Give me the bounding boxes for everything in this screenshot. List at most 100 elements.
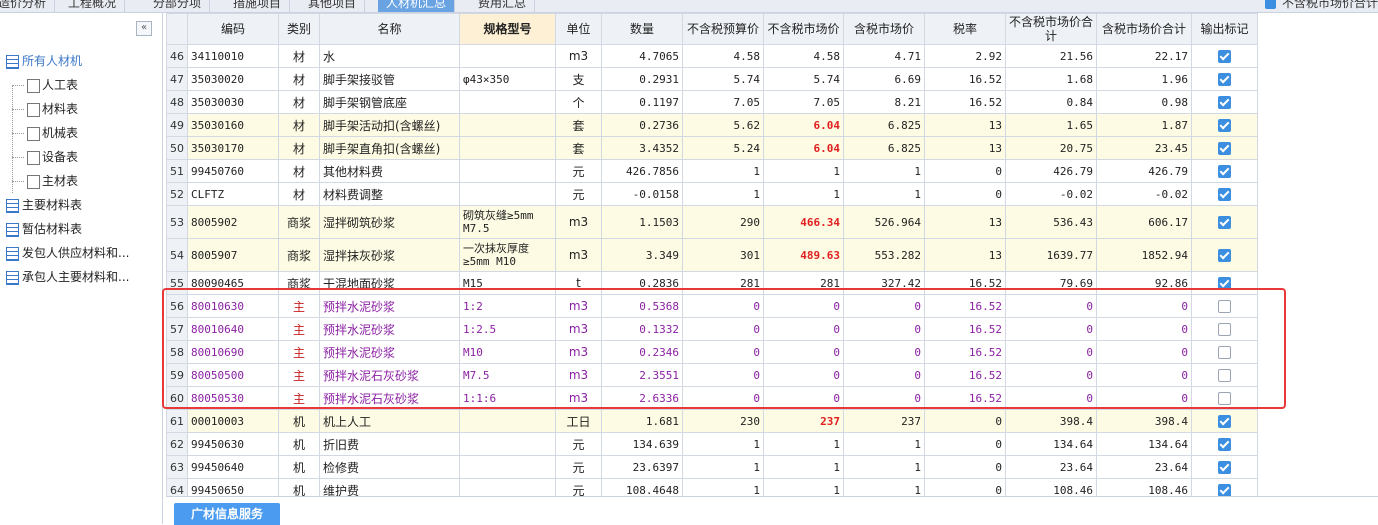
cell-name[interactable]: 预拌水泥石灰砂浆 bbox=[319, 386, 460, 410]
cell-taxsum[interactable]: 1.87 bbox=[1096, 113, 1192, 137]
cell-qty[interactable]: 23.6397 bbox=[601, 455, 683, 479]
cell-type[interactable]: 主 bbox=[278, 363, 320, 387]
cell-code[interactable]: 8005907 bbox=[187, 238, 279, 272]
column-header-11[interactable]: 不含税市场价合计 bbox=[1005, 13, 1097, 45]
cell-rate[interactable]: 13 bbox=[924, 238, 1006, 272]
cell-market[interactable]: 0 bbox=[763, 317, 844, 341]
table-row[interactable]: 62 99450630 机折旧费元 134.639 1 1 1 0 134.64 134.64 bbox=[166, 432, 1258, 456]
cell-name[interactable]: 脚手架直角扣(含螺丝) bbox=[319, 136, 460, 160]
cell-market[interactable]: 489.63 bbox=[763, 238, 844, 272]
cell-taxsum[interactable]: 0 bbox=[1096, 386, 1192, 410]
sidebar-item-9[interactable]: 承包人主要材料和... bbox=[0, 265, 162, 289]
column-header-4[interactable]: 规格型号 bbox=[459, 13, 556, 45]
cell-name[interactable]: 干混地面砂浆 bbox=[319, 271, 460, 295]
cell-market[interactable]: 6.04 bbox=[763, 136, 844, 160]
cell-taxsum[interactable]: 0 bbox=[1096, 317, 1192, 341]
cell-spec[interactable]: M7.5 bbox=[459, 363, 556, 387]
cell-qty[interactable]: 2.3551 bbox=[601, 363, 683, 387]
cell-qty[interactable]: 0.1197 bbox=[601, 90, 683, 114]
cell-sum[interactable]: 1.68 bbox=[1005, 67, 1097, 91]
cell-sum[interactable]: 1.65 bbox=[1005, 113, 1097, 137]
cell-taxed[interactable]: 553.282 bbox=[843, 238, 925, 272]
cell-sum[interactable]: 0 bbox=[1005, 294, 1097, 318]
cell-sum[interactable]: 0 bbox=[1005, 340, 1097, 364]
table-row[interactable]: 64 99450650 机维护费元 108.4648 1 1 1 0 108.46 108.46 bbox=[166, 478, 1258, 496]
cell-taxsum[interactable]: 92.86 bbox=[1096, 271, 1192, 295]
cell-unit[interactable]: m3 bbox=[555, 44, 602, 68]
cell-market[interactable]: 1 bbox=[763, 432, 844, 456]
cell-qty[interactable]: 2.6336 bbox=[601, 386, 683, 410]
cell-taxed[interactable]: 1 bbox=[843, 159, 925, 183]
cell-budget[interactable]: 1 bbox=[682, 159, 764, 183]
sidebar-item-6[interactable]: 主要材料表 bbox=[0, 193, 162, 217]
cell-budget[interactable]: 1 bbox=[682, 432, 764, 456]
cell-market[interactable]: 281 bbox=[763, 271, 844, 295]
cell-taxed[interactable]: 1 bbox=[843, 432, 925, 456]
output-checkbox-checked[interactable] bbox=[1218, 95, 1231, 109]
table-row[interactable]: 63 99450640 机检修费元 23.6397 1 1 1 0 23.64 23.64 bbox=[166, 455, 1258, 479]
table-row[interactable]: 49 35030160 材脚手架活动扣(含螺丝) 套 0.2736 5.62 6.04 6.8… bbox=[166, 113, 1258, 137]
cell-qty[interactable]: 0.2736 bbox=[601, 113, 683, 137]
cell-market[interactable]: 466.34 bbox=[763, 205, 844, 239]
cell-sum[interactable]: 398.4 bbox=[1005, 409, 1097, 433]
cell-qty[interactable]: 0.2931 bbox=[601, 67, 683, 91]
cell-budget[interactable]: 281 bbox=[682, 271, 764, 295]
cell-taxed[interactable]: 0 bbox=[843, 317, 925, 341]
cell-code[interactable]: 80010640 bbox=[187, 317, 279, 341]
cell-sum[interactable]: 23.64 bbox=[1005, 455, 1097, 479]
output-checkbox-unchecked[interactable] bbox=[1218, 368, 1231, 382]
cell-sum[interactable]: 536.43 bbox=[1005, 205, 1097, 239]
output-checkbox-checked[interactable] bbox=[1218, 483, 1231, 496]
cell-code[interactable]: 80010690 bbox=[187, 340, 279, 364]
cell-spec[interactable]: 1:2.5 bbox=[459, 317, 556, 341]
cell-taxsum[interactable]: 22.17 bbox=[1096, 44, 1192, 68]
cell-sum[interactable]: 21.56 bbox=[1005, 44, 1097, 68]
cell-name[interactable]: 预拌水泥砂浆 bbox=[319, 340, 460, 364]
cell-type[interactable]: 机 bbox=[278, 455, 320, 479]
cell-code[interactable]: 34110010 bbox=[187, 44, 279, 68]
cell-type[interactable]: 主 bbox=[278, 294, 320, 318]
material-info-service-button[interactable]: 广材信息服务 bbox=[174, 503, 280, 525]
cell-unit[interactable]: m3 bbox=[555, 317, 602, 341]
cell-name[interactable]: 湿拌抹灰砂浆 bbox=[319, 238, 460, 272]
cell-sum[interactable]: -0.02 bbox=[1005, 182, 1097, 206]
cell-type[interactable]: 主 bbox=[278, 386, 320, 410]
cell-market[interactable]: 7.05 bbox=[763, 90, 844, 114]
column-header-2[interactable]: 类别 bbox=[278, 13, 320, 45]
cell-budget[interactable]: 290 bbox=[682, 205, 764, 239]
cell-unit[interactable]: 元 bbox=[555, 432, 602, 456]
table-row[interactable]: 46 34110010 材水 m3 4.7065 4.58 4.58 4.71 2.92 21.5… bbox=[166, 44, 1258, 68]
cell-type[interactable]: 商浆 bbox=[278, 271, 320, 295]
table-row[interactable]: 61 00010003 机机上人工 工日 1.681 230 237 237 0 398.4 398… bbox=[166, 409, 1258, 433]
cell-code[interactable]: 80050530 bbox=[187, 386, 279, 410]
cell-unit[interactable]: 工日 bbox=[555, 409, 602, 433]
cell-sum[interactable]: 20.75 bbox=[1005, 136, 1097, 160]
cell-unit[interactable]: t bbox=[555, 271, 602, 295]
cell-code[interactable]: 80090465 bbox=[187, 271, 279, 295]
cell-qty[interactable]: 108.4648 bbox=[601, 478, 683, 496]
cell-rate[interactable]: 16.52 bbox=[924, 90, 1006, 114]
cell-qty[interactable]: 1.681 bbox=[601, 409, 683, 433]
cell-name[interactable]: 检修费 bbox=[319, 455, 460, 479]
cell-taxsum[interactable]: -0.02 bbox=[1096, 182, 1192, 206]
cell-rate[interactable]: 0 bbox=[924, 159, 1006, 183]
cell-qty[interactable]: 0.2836 bbox=[601, 271, 683, 295]
cell-code[interactable]: 35030170 bbox=[187, 136, 279, 160]
column-header-6[interactable]: 数量 bbox=[601, 13, 683, 45]
cell-market[interactable]: 1 bbox=[763, 182, 844, 206]
cell-unit[interactable]: 元 bbox=[555, 159, 602, 183]
cell-market[interactable]: 5.74 bbox=[763, 67, 844, 91]
cell-market[interactable]: 1 bbox=[763, 478, 844, 496]
cell-name[interactable]: 机上人工 bbox=[319, 409, 460, 433]
cell-taxsum[interactable]: 23.45 bbox=[1096, 136, 1192, 160]
cell-taxsum[interactable]: 23.64 bbox=[1096, 455, 1192, 479]
cell-code[interactable]: 35030030 bbox=[187, 90, 279, 114]
cell-unit[interactable]: m3 bbox=[555, 386, 602, 410]
cell-sum[interactable]: 0.84 bbox=[1005, 90, 1097, 114]
cell-taxed[interactable]: 6.825 bbox=[843, 136, 925, 160]
cell-sum[interactable]: 0 bbox=[1005, 363, 1097, 387]
cell-spec[interactable]: 1:1:6 bbox=[459, 386, 556, 410]
table-row[interactable]: 60 80050530 主预拌水泥石灰砂浆 1:1:6 m3 2.6336 0 0 0 16.52… bbox=[166, 386, 1258, 410]
cell-taxsum[interactable]: 0.98 bbox=[1096, 90, 1192, 114]
cell-type[interactable]: 机 bbox=[278, 478, 320, 496]
